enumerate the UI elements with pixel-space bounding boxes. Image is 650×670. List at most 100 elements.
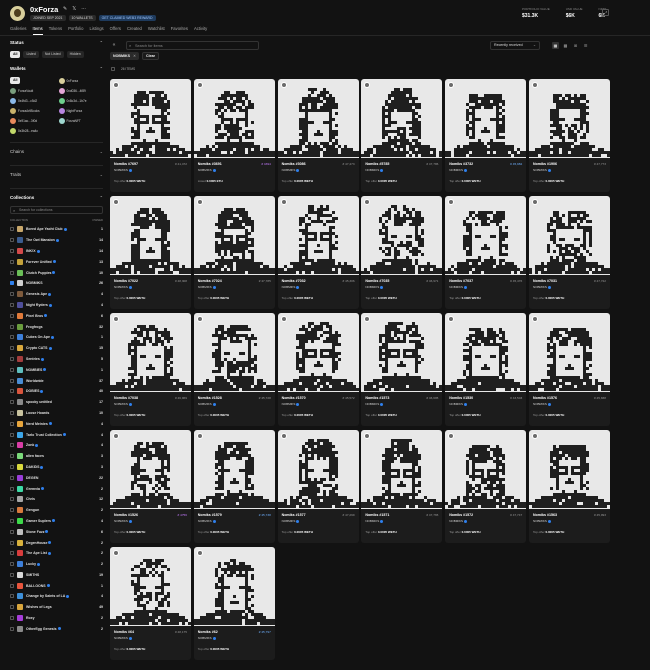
collapse-filters-icon[interactable]: « (110, 41, 118, 49)
collection-checkbox[interactable] (10, 518, 14, 523)
more-icon[interactable]: ⋯ (81, 6, 86, 12)
collection-checkbox[interactable] (10, 324, 14, 329)
nft-card[interactable]: Nomiks #1571 # 47,765 NOBMIKS Top offer 0.0… (361, 430, 443, 543)
wallet-item[interactable]: 0xForza (58, 77, 104, 84)
select-checkbox-icon[interactable] (196, 199, 203, 205)
collection-checkbox[interactable] (10, 497, 14, 502)
collection-row[interactable]: NOBMIKS 26 (10, 278, 103, 289)
grid-small-icon[interactable]: ⊞ (572, 42, 579, 49)
collection-row[interactable]: Bored Ape Yacht Club 1 (10, 224, 103, 235)
select-checkbox-icon[interactable] (196, 316, 203, 322)
nft-image[interactable] (110, 430, 191, 509)
nft-image[interactable] (361, 196, 443, 275)
nft-card[interactable]: Nomiks #3691 # 4394 NOBMIKS Listed 0.0005 E… (193, 79, 275, 192)
nft-image[interactable] (110, 79, 191, 158)
tab-activity[interactable]: Activity (194, 26, 207, 35)
select-checkbox-icon[interactable] (196, 433, 203, 439)
select-checkbox-icon[interactable] (280, 316, 287, 322)
collection-checkbox[interactable] (10, 583, 14, 588)
collection-checkbox[interactable] (10, 540, 14, 545)
nft-image[interactable] (193, 547, 275, 626)
wallet-item[interactable]: All (10, 77, 55, 84)
tab-portfolio[interactable]: Portfolio (68, 26, 83, 35)
collection-row[interactable]: Wishes of Legs 49 (10, 602, 103, 613)
select-checkbox-icon[interactable] (113, 316, 119, 322)
wallet-item[interactable]: 0x3b28...ea4c (10, 127, 55, 134)
wallet-item[interactable]: ForzaNFT (58, 117, 104, 124)
collection-row[interactable]: OtherEgg Genesis 2 (10, 623, 103, 634)
nft-card[interactable]: Nomiks #1570 # 45,572 NOBMIKS Top offer 0.0… (277, 313, 359, 426)
collection-checkbox[interactable] (10, 508, 14, 513)
wallet-item[interactable]: 0xd036...4f89 (58, 87, 104, 94)
select-checkbox-icon[interactable] (280, 199, 287, 205)
nft-image[interactable] (445, 196, 527, 275)
collection-checkbox[interactable] (10, 626, 14, 631)
wallet-item[interactable]: NightForza (58, 107, 104, 114)
tab-listings[interactable]: Listings (89, 26, 103, 35)
collection-checkbox[interactable] (10, 238, 14, 243)
collection-row[interactable]: Chris 12 (10, 494, 103, 505)
status-section-header[interactable]: Status ⌃ (10, 38, 103, 48)
collection-checkbox[interactable] (10, 335, 14, 340)
collection-checkbox[interactable] (10, 400, 14, 405)
wallets-section-header[interactable]: Wallets ⌃ (10, 64, 103, 74)
collection-row[interactable]: BALLOONS 1 (10, 580, 103, 591)
items-search-input[interactable] (135, 42, 255, 49)
collection-row[interactable]: DEGEN 22 (10, 472, 103, 483)
collection-row[interactable]: Roxy 2 (10, 613, 103, 624)
select-checkbox-icon[interactable] (531, 433, 538, 439)
nft-image[interactable] (361, 79, 443, 158)
status-chip-not-listed[interactable]: Not Listed (41, 51, 64, 58)
select-checkbox-icon[interactable] (531, 82, 538, 88)
wallet-all-chip[interactable]: All (10, 77, 21, 84)
select-checkbox-icon[interactable] (531, 199, 538, 205)
collection-checkbox[interactable] (10, 302, 14, 307)
status-chip-hidden[interactable]: Hidden (66, 51, 84, 58)
collection-checkbox[interactable] (10, 486, 14, 491)
collection-row[interactable]: Clutch Puppies 10 (10, 267, 103, 278)
traits-section-header[interactable]: Traits ⌄ (10, 170, 103, 180)
collection-row[interactable]: The Ape List 2 (10, 548, 103, 559)
collection-row[interactable]: Gremvia 2 (10, 483, 103, 494)
collection-row[interactable]: alien faces 3 (10, 451, 103, 462)
collection-row[interactable]: INK!X 14 (10, 246, 103, 257)
list-view-icon[interactable]: ☰ (582, 42, 589, 49)
collection-row[interactable]: NOMBIES 1 (10, 364, 103, 375)
select-checkbox-icon[interactable] (196, 82, 203, 88)
collection-checkbox[interactable] (10, 389, 14, 394)
collection-checkbox[interactable] (10, 259, 14, 264)
nft-card[interactable]: Nomiks #3732 # 45,982 NOBMIKS Top offer 0.0… (445, 79, 527, 192)
nft-image[interactable] (277, 196, 359, 275)
collection-checkbox[interactable] (10, 432, 14, 437)
nft-card[interactable]: Nomiks #1906 # 47,773 NOBMIKS Top offer 0.0… (528, 79, 610, 192)
grid-medium-icon[interactable]: ▩ (562, 42, 569, 49)
select-checkbox-icon[interactable] (113, 550, 119, 556)
sort-select[interactable]: Recently received ⌄ (490, 41, 540, 50)
collection-row[interactable]: Sentries 5 (10, 354, 103, 365)
collection-checkbox[interactable] (10, 227, 14, 232)
wallet-item[interactable]: ForzaArtBlocks (10, 107, 55, 114)
nft-image[interactable] (528, 430, 610, 509)
collection-row[interactable]: Night Ryders 4 (10, 300, 103, 311)
select-checkbox-icon[interactable] (280, 82, 287, 88)
tab-items[interactable]: Items (32, 26, 43, 35)
wallet-item[interactable]: 0x91ac...3f0d (10, 117, 55, 124)
collection-checkbox[interactable] (10, 292, 14, 297)
tab-watchlist[interactable]: Watchlist (148, 26, 165, 35)
nft-image[interactable] (361, 313, 443, 392)
collection-row[interactable]: Genesis Ape 4 (10, 289, 103, 300)
nft-image[interactable] (445, 313, 527, 392)
collection-row[interactable]: spooky untitled 17 (10, 397, 103, 408)
nft-image[interactable] (361, 430, 443, 509)
select-all-checkbox[interactable] (111, 67, 115, 71)
edit-icon[interactable]: ✎ (63, 6, 67, 12)
nft-card[interactable]: Nomiks #1526 # 4756 NOBMIKS Top offer 0.000… (110, 430, 191, 543)
filter-tag-nobmiks[interactable]: NOBMIKS ✕ (110, 52, 139, 60)
collection-checkbox[interactable] (10, 421, 14, 426)
nft-image[interactable] (193, 79, 275, 158)
collection-checkbox[interactable] (10, 551, 14, 556)
nft-card[interactable]: Nomiks #7697 # 41,472 NOBMIKS Top offer 0.0… (110, 79, 191, 192)
nft-card[interactable]: Nomiks #64 # 48,175 NOBMIKS Top offer 0.000… (110, 547, 191, 660)
nft-card[interactable]: Nomiks #1577 # 47,299 NOBMIKS Top offer 0.0… (277, 430, 359, 543)
tab-tokens[interactable]: Tokens (49, 26, 62, 35)
